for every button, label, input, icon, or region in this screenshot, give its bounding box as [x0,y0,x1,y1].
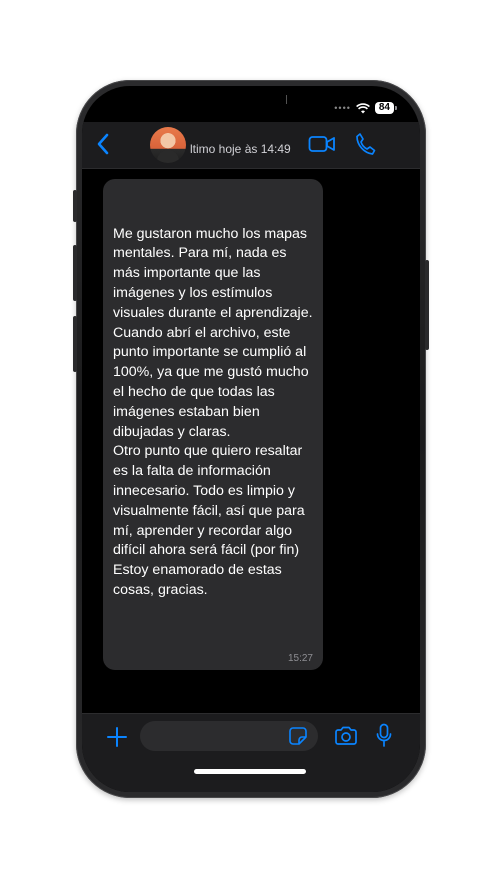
home-indicator[interactable] [194,769,306,774]
volume-up-button [73,245,77,301]
avatar-figure [157,150,179,163]
back-icon[interactable] [96,132,110,156]
last-seen-status[interactable]: ltimo hoje às 14:49 [190,142,291,156]
battery-indicator: 84 [374,102,398,114]
power-button [425,260,429,350]
chat-header: ltimo hoje às 14:49 [82,122,420,169]
video-icon[interactable] [308,134,336,154]
phone-frame: ꟾ •••• 84 ltimo hoje às 14:49 Me gustaro… [73,80,429,798]
camera-icon[interactable] [334,726,358,746]
volume-down-button [73,316,77,372]
sticker-icon[interactable] [288,726,308,746]
message-text: Me gustaron mucho los mapas mentales. Pa… [113,225,313,598]
microphone-icon[interactable] [376,723,392,748]
chat-area: Me gustaron mucho los mapas mentales. Pa… [82,169,420,714]
screen: ꟾ •••• 84 ltimo hoje às 14:49 Me gustaro… [82,86,420,792]
plus-icon[interactable] [106,726,128,748]
phone-icon[interactable] [354,132,376,156]
wifi-icon [355,102,370,113]
message-time: 15:27 [287,653,313,665]
silent-switch [73,190,77,222]
signal-icon: •••• [334,103,351,113]
avatar[interactable] [150,127,186,163]
status-bar: •••• 84 [82,102,420,122]
input-bar [82,713,420,792]
message-bubble[interactable]: Me gustaron mucho los mapas mentales. Pa… [103,179,323,671]
